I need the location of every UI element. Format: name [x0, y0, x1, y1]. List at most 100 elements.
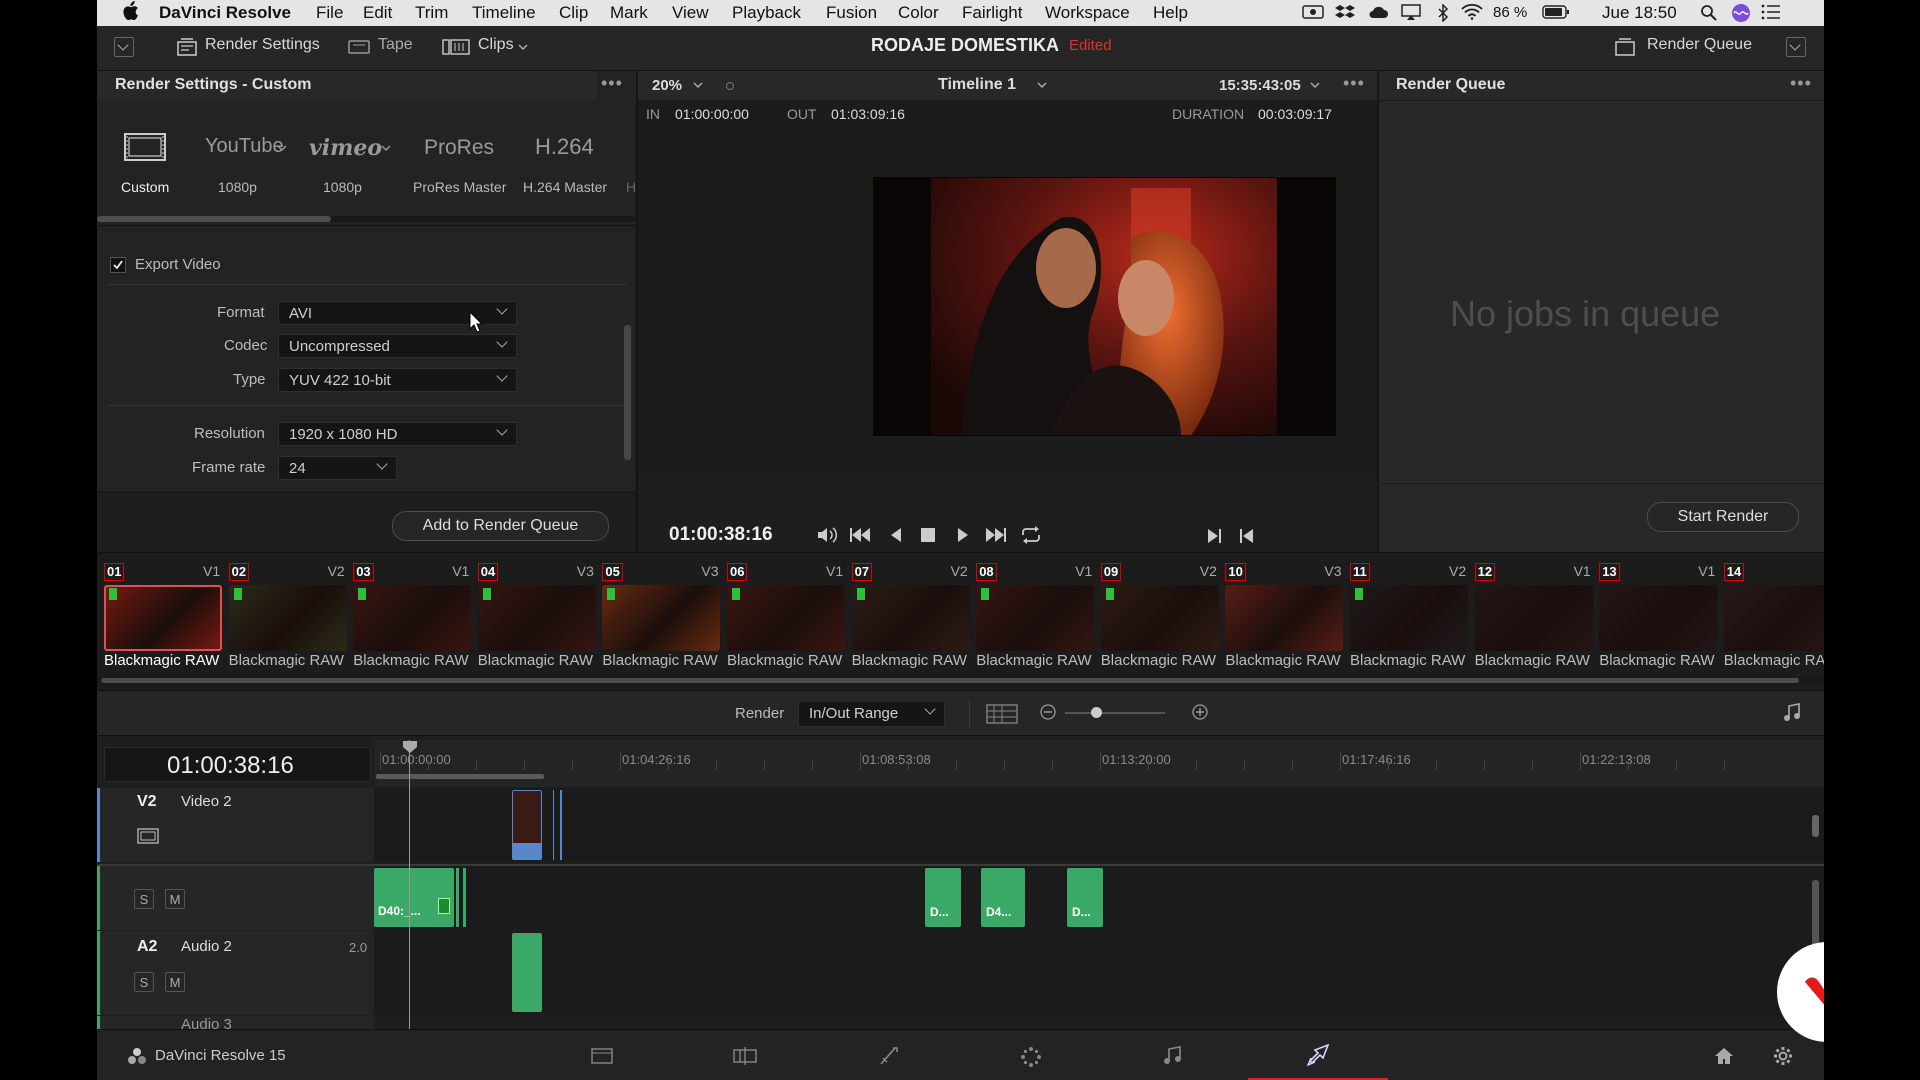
render-queue-options-icon[interactable]: •••: [1790, 73, 1812, 94]
clip-thumbnail[interactable]: [1225, 585, 1344, 651]
zoom-slider-thumb[interactable]: [1091, 707, 1102, 718]
siri-icon[interactable]: [1731, 3, 1751, 23]
clip-thumbnail[interactable]: [228, 585, 347, 651]
in-out-range-bar[interactable]: [376, 774, 544, 779]
track-header-a3[interactable]: Audio 3: [97, 1016, 374, 1029]
viewer-timecode[interactable]: 15:35:43:05: [1219, 77, 1301, 94]
wifi-icon[interactable]: [1461, 4, 1483, 20]
home-icon[interactable]: [1714, 1047, 1734, 1065]
audio-clip-sliver[interactable]: [456, 868, 459, 927]
solo-button[interactable]: S: [134, 972, 154, 992]
zoom-in-icon[interactable]: [1192, 704, 1208, 720]
menu-fusion[interactable]: Fusion: [826, 3, 877, 23]
go-to-in-icon[interactable]: [1239, 528, 1255, 544]
track-name-v2[interactable]: Video 2: [181, 793, 232, 810]
play-icon[interactable]: [956, 527, 970, 543]
menu-help[interactable]: Help: [1153, 3, 1188, 23]
deliver-page-tab[interactable]: [1248, 1030, 1388, 1080]
fairlight-page-icon[interactable]: [1162, 1046, 1182, 1066]
cut-page-icon[interactable]: [733, 1046, 757, 1066]
preset-h264-label[interactable]: H.264 Master: [523, 179, 607, 195]
clip-thumbnail[interactable]: [1350, 585, 1468, 651]
render-queue-toggle[interactable]: Render Queue: [1647, 36, 1752, 54]
menu-trim[interactable]: Trim: [415, 3, 448, 23]
play-reverse-icon[interactable]: [889, 527, 903, 543]
track-header-a2[interactable]: A2 Audio 2 2.0 S M: [97, 931, 374, 1015]
clip-thumbnail[interactable]: [104, 585, 222, 651]
preset-vimeo-label[interactable]: 1080p: [323, 179, 362, 195]
notification-center-icon[interactable]: [1761, 4, 1781, 20]
viewer-options-dot-icon[interactable]: [725, 81, 735, 91]
audio-clip[interactable]: D...: [1067, 868, 1103, 927]
media-page-icon[interactable]: [591, 1047, 613, 1065]
audio-clip-sliver[interactable]: [463, 868, 466, 927]
volume-icon[interactable]: [817, 526, 839, 544]
menu-color[interactable]: Color: [898, 3, 939, 23]
clips-scrollbar[interactable]: [101, 678, 1799, 683]
zoom-out-icon[interactable]: [1040, 704, 1056, 720]
add-to-render-queue-button[interactable]: Add to Render Queue: [392, 511, 609, 541]
type-dropdown[interactable]: YUV 422 10-bit: [278, 368, 517, 392]
mute-button[interactable]: M: [165, 889, 185, 909]
clip-thumbnail[interactable]: [976, 585, 1095, 651]
preset-vimeo[interactable]: vimeo: [309, 133, 394, 161]
clip-thumbnail[interactable]: [1100, 585, 1219, 651]
clip-marker-flag-icon[interactable]: [438, 898, 450, 914]
chevron-down-icon[interactable]: [518, 44, 528, 51]
solo-button[interactable]: S: [134, 889, 154, 909]
render-settings-toggle[interactable]: Render Settings: [205, 36, 320, 54]
chevron-down-icon[interactable]: [1310, 82, 1320, 89]
track-name-a3[interactable]: Audio 3: [181, 1016, 232, 1029]
clip-thumbnail[interactable]: [851, 585, 970, 651]
audio-tracks-scrollbar[interactable]: [1812, 880, 1819, 950]
zoom-dropdown[interactable]: 20%: [652, 77, 682, 94]
film-strip-icon[interactable]: [137, 828, 159, 844]
zoom-slider-track[interactable]: [1065, 712, 1165, 714]
audio-clip[interactable]: D40:_...: [374, 868, 454, 927]
menu-file[interactable]: File: [316, 3, 343, 23]
bluetooth-icon[interactable]: [1437, 4, 1449, 22]
menu-edit[interactable]: Edit: [363, 3, 392, 23]
audio-meter-toggle-icon[interactable]: [1783, 703, 1801, 723]
menu-clip[interactable]: Clip: [559, 3, 588, 23]
screen-record-icon[interactable]: [1302, 4, 1324, 20]
clip-thumbnail[interactable]: [1723, 585, 1824, 651]
clip-sliver[interactable]: [553, 790, 554, 860]
audio-clip[interactable]: D...: [925, 868, 961, 927]
audio-clip[interactable]: [512, 933, 542, 1012]
track-header-a1[interactable]: S M: [97, 866, 374, 930]
stop-icon[interactable]: [920, 527, 936, 543]
fusion-page-icon[interactable]: [1020, 1046, 1042, 1068]
settings-scrollbar[interactable]: [624, 325, 631, 460]
clip-thumbnail[interactable]: [353, 585, 472, 651]
menu-fairlight[interactable]: Fairlight: [962, 3, 1022, 23]
preset-h264-icon[interactable]: H.264: [535, 134, 594, 160]
preset-prores-icon[interactable]: ProRes: [424, 136, 494, 160]
video-clip[interactable]: [512, 790, 542, 860]
video-tracks-scrollbar[interactable]: [1812, 815, 1819, 837]
edit-page-icon[interactable]: [878, 1046, 900, 1066]
dropbox-icon[interactable]: [1335, 4, 1355, 20]
go-to-out-icon[interactable]: [1206, 528, 1222, 544]
chevron-down-icon[interactable]: [693, 82, 703, 89]
clip-thumbnail[interactable]: [1599, 585, 1718, 651]
video-frame[interactable]: [873, 177, 1336, 436]
frame-rate-dropdown[interactable]: 24: [278, 456, 397, 480]
timeline-selector[interactable]: Timeline 1: [938, 76, 1016, 94]
track-name-a2[interactable]: Audio 2: [181, 938, 232, 955]
battery-icon[interactable]: [1542, 4, 1570, 20]
clip-thumbnail[interactable]: [602, 585, 721, 651]
menu-timeline[interactable]: Timeline: [472, 3, 536, 23]
chevron-down-icon[interactable]: [1037, 82, 1047, 89]
render-range-dropdown[interactable]: In/Out Range: [798, 701, 945, 727]
track-lane-a2[interactable]: [374, 931, 1824, 1015]
render-settings-options-icon[interactable]: •••: [601, 73, 623, 94]
skip-to-start-icon[interactable]: [849, 526, 871, 544]
codec-dropdown[interactable]: Uncompressed: [278, 334, 517, 358]
track-header-v2[interactable]: V2 Video 2: [97, 788, 374, 862]
loop-icon[interactable]: [1020, 526, 1042, 544]
tape-toggle[interactable]: Tape: [378, 36, 413, 54]
mute-button[interactable]: M: [165, 972, 185, 992]
preset-prores-label[interactable]: ProRes Master: [413, 179, 506, 195]
menu-workspace[interactable]: Workspace: [1045, 3, 1130, 23]
